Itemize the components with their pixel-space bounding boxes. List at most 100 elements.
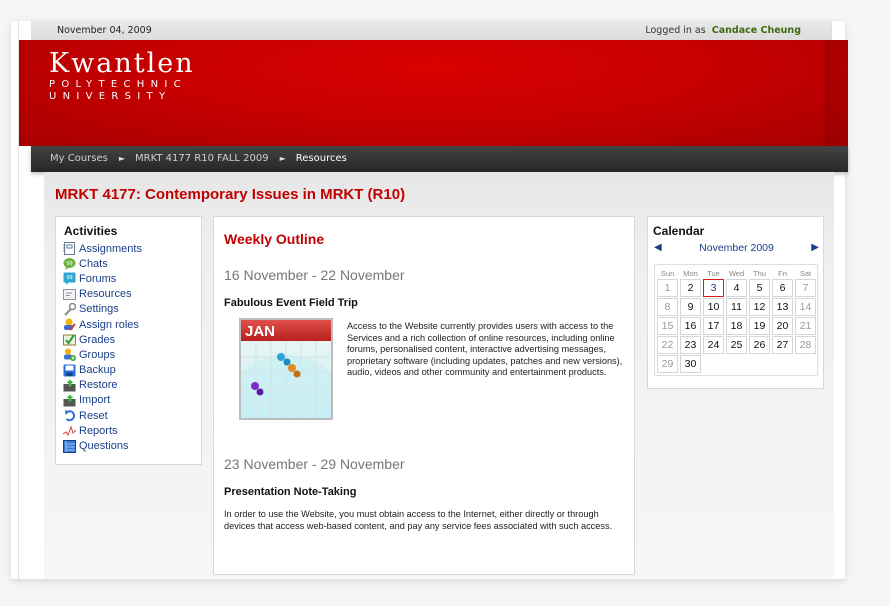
calendar-nav: ◀ November 2009 ▶ bbox=[654, 242, 819, 256]
calendar-day[interactable]: 1 bbox=[657, 279, 678, 297]
calendar-day[interactable]: 25 bbox=[726, 336, 747, 354]
activity-item-settings[interactable]: Settings bbox=[62, 302, 142, 317]
calendar-day[interactable]: 13 bbox=[772, 298, 793, 316]
calendar-day[interactable]: 18 bbox=[726, 317, 747, 335]
calendar-day[interactable]: 24 bbox=[703, 336, 724, 354]
login-status: Logged in as Candace Cheung bbox=[645, 25, 801, 36]
calendar-day[interactable]: 19 bbox=[749, 317, 770, 335]
calendar-panel: Calendar ◀ November 2009 ▶ Sun Mon Tue Wed T… bbox=[647, 216, 824, 389]
svg-text:99: 99 bbox=[66, 261, 72, 267]
calendar-day[interactable]: 16 bbox=[680, 317, 701, 335]
activity-item-restore[interactable]: Restore bbox=[62, 378, 142, 393]
resource-icon bbox=[62, 288, 76, 301]
university-logo[interactable]: Kwantlen POLYTECHNIC UNIVERSITY bbox=[49, 49, 195, 103]
calendar-day[interactable]: 9 bbox=[680, 298, 701, 316]
week-range: 23 November - 29 November bbox=[224, 456, 405, 472]
activity-label: Reset bbox=[79, 409, 108, 422]
svg-text:99: 99 bbox=[66, 275, 72, 281]
calendar-day[interactable]: 20 bbox=[772, 317, 793, 335]
activities-list: Assignments 99 Chats 99 Forums Resources… bbox=[62, 241, 142, 454]
calendar-day[interactable]: 15 bbox=[657, 317, 678, 335]
activity-item-assign-roles[interactable]: Assign roles bbox=[62, 317, 142, 332]
reset-icon bbox=[62, 409, 76, 422]
calendar-day[interactable]: 11 bbox=[726, 298, 747, 316]
calendar-day[interactable]: 23 bbox=[680, 336, 701, 354]
assignment-icon bbox=[62, 242, 76, 256]
activity-label: Reports bbox=[79, 424, 118, 437]
activity-label: Chats bbox=[79, 257, 108, 270]
breadcrumb-separator-icon: ► bbox=[118, 154, 126, 163]
calendar-day[interactable]: 4 bbox=[726, 279, 747, 297]
reports-icon bbox=[62, 424, 76, 437]
logo-line-2: POLYTECHNIC bbox=[49, 79, 187, 90]
calendar-day[interactable]: 30 bbox=[680, 355, 701, 373]
activity-item-chats[interactable]: 99 Chats bbox=[62, 256, 142, 271]
activity-item-backup[interactable]: Backup bbox=[62, 363, 142, 378]
activity-label: Backup bbox=[79, 364, 116, 377]
weekday-label: Sat bbox=[799, 269, 812, 278]
breadcrumb-course[interactable]: MRKT 4177 R10 FALL 2009 bbox=[135, 153, 269, 164]
calendar-day[interactable]: 27 bbox=[772, 336, 793, 354]
calendar-day[interactable]: 6 bbox=[772, 279, 793, 297]
activity-item-assignments[interactable]: Assignments bbox=[62, 241, 142, 256]
logo-line-3: UNIVERSITY bbox=[49, 91, 172, 102]
forum-icon: 99 bbox=[62, 272, 76, 286]
breadcrumb-current: Resources bbox=[295, 153, 347, 164]
calendar-days: 1 2 3 4 5 6 7 8 9 10 11 12 13 14 15 16 17 18 19 20 21 22 23 24 2… bbox=[657, 279, 817, 373]
topic-description: Access to the Website currently provides… bbox=[347, 321, 623, 378]
calendar-month-link[interactable]: November 2009 bbox=[654, 242, 819, 254]
breadcrumb-my-courses[interactable]: My Courses bbox=[50, 153, 108, 164]
activity-item-forums[interactable]: 99 Forums bbox=[62, 271, 142, 286]
weekday-label: Fri bbox=[778, 269, 787, 278]
questions-icon bbox=[62, 439, 76, 453]
activity-item-import[interactable]: Import bbox=[62, 393, 142, 408]
import-icon bbox=[62, 394, 76, 407]
topic-title-link[interactable]: Presentation Note-Taking bbox=[224, 486, 356, 498]
calendar-day[interactable]: 14 bbox=[795, 298, 816, 316]
calendar-day[interactable]: 2 bbox=[680, 279, 701, 297]
activity-label: Resources bbox=[79, 288, 132, 301]
calendar-day[interactable]: 28 bbox=[795, 336, 816, 354]
activity-label: Restore bbox=[79, 379, 118, 392]
activity-label: Forums bbox=[79, 272, 117, 285]
activity-item-resources[interactable]: Resources bbox=[62, 287, 142, 302]
activity-item-grades[interactable]: Grades bbox=[62, 332, 142, 347]
calendar-day[interactable]: 17 bbox=[703, 317, 724, 335]
assign-roles-icon bbox=[62, 318, 76, 331]
activity-item-reports[interactable]: Reports bbox=[62, 423, 142, 438]
calendar-day[interactable]: 10 bbox=[703, 298, 724, 316]
weekday-label: Thu bbox=[753, 269, 766, 278]
weekday-label: Tue bbox=[707, 269, 720, 278]
next-month-icon[interactable]: ▶ bbox=[811, 242, 819, 253]
calendar-day-today[interactable]: 3 bbox=[703, 279, 724, 297]
current-date: November 04, 2009 bbox=[57, 25, 152, 36]
floppy-disk-icon bbox=[62, 364, 76, 377]
navigation-bar: My Courses ► MRKT 4177 R10 FALL 2009 ► R… bbox=[31, 146, 848, 172]
calendar-day[interactable]: 21 bbox=[795, 317, 816, 335]
calendar-day[interactable]: 7 bbox=[795, 279, 816, 297]
activity-item-questions[interactable]: Questions bbox=[62, 438, 142, 453]
activity-label: Assignments bbox=[79, 242, 142, 255]
activity-item-groups[interactable]: Groups bbox=[62, 347, 142, 362]
calendar-day[interactable]: 22 bbox=[657, 336, 678, 354]
restore-icon bbox=[62, 379, 76, 392]
calendar-day[interactable]: 29 bbox=[657, 355, 678, 373]
activities-title: Activities bbox=[64, 224, 118, 238]
grades-icon bbox=[62, 333, 76, 346]
calendar-title: Calendar bbox=[653, 224, 705, 238]
activities-panel: Activities Assignments 99 Chats 99 Forum… bbox=[55, 216, 202, 465]
topic-title-link[interactable]: Fabulous Event Field Trip bbox=[224, 297, 358, 309]
user-name-link[interactable]: Candace Cheung bbox=[712, 25, 801, 36]
calendar-day[interactable]: 5 bbox=[749, 279, 770, 297]
calendar-day[interactable]: 8 bbox=[657, 298, 678, 316]
calendar-day[interactable]: 12 bbox=[749, 298, 770, 316]
activity-label: Settings bbox=[79, 303, 119, 316]
calendar-image-month: JAN bbox=[245, 323, 275, 340]
weekly-outline-title: Weekly Outline bbox=[224, 231, 325, 247]
breadcrumb-separator-icon: ► bbox=[279, 154, 286, 163]
activity-item-reset[interactable]: Reset bbox=[62, 408, 142, 423]
wrench-icon bbox=[62, 302, 76, 316]
top-info-bar: November 04, 2009 Logged in as Candace C… bbox=[31, 21, 831, 40]
activity-label: Groups bbox=[79, 348, 116, 361]
calendar-day[interactable]: 26 bbox=[749, 336, 770, 354]
